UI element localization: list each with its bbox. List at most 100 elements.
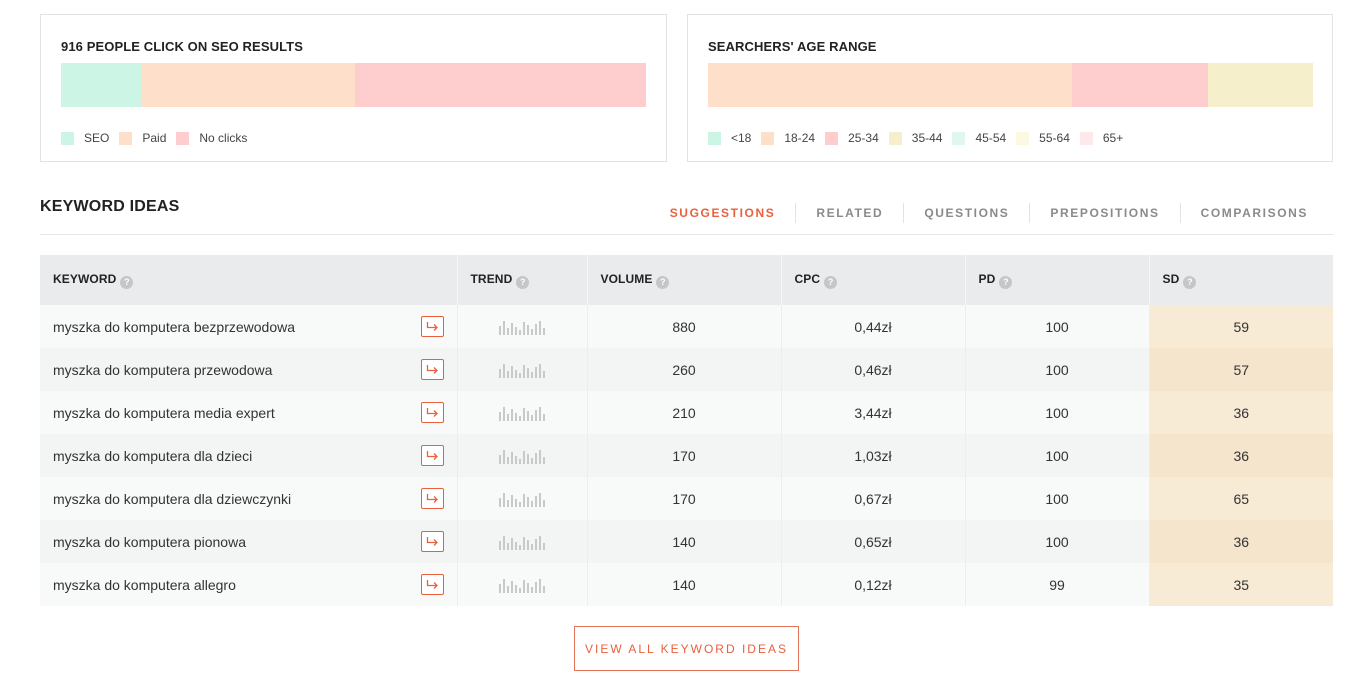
column-header-sd: SD? bbox=[1149, 255, 1333, 305]
mini-bar-chart-icon bbox=[458, 577, 587, 593]
question-circle-icon[interactable]: ? bbox=[999, 275, 1013, 289]
keyword-text[interactable]: myszka do komputera pionowa bbox=[53, 534, 246, 550]
question-circle-icon[interactable]: ? bbox=[1183, 275, 1197, 289]
keyword-ideas-title: KEYWORD IDEAS bbox=[40, 198, 180, 215]
age-range-legend-item: 45-54 bbox=[952, 131, 1006, 145]
table-row: myszka do komputera przewodowa 260 0,46zł 1… bbox=[40, 348, 1333, 391]
keyword-text[interactable]: myszka do komputera media expert bbox=[53, 405, 275, 421]
legend-label: 65+ bbox=[1102, 131, 1124, 145]
table-row: myszka do komputera allegro 140 0,12zł 99 35 bbox=[40, 563, 1333, 606]
volume-cell: 210 bbox=[587, 391, 782, 434]
age-range-stacked-bar bbox=[708, 63, 1313, 107]
table-row: myszka do komputera dla dzieci 170 1,03zł 1… bbox=[40, 434, 1333, 477]
age-range-legend-item: 55-64 bbox=[1016, 131, 1070, 145]
legend-swatch bbox=[1016, 131, 1030, 145]
age-range-segment-35-44 bbox=[1208, 63, 1313, 107]
pd-cell: 100 bbox=[965, 391, 1150, 434]
tab-comparisons[interactable]: COMPARISONS bbox=[1179, 203, 1328, 223]
sd-cell: 36 bbox=[1149, 434, 1333, 477]
table-row: myszka do komputera dla dziewczynki 170 0,… bbox=[40, 477, 1333, 520]
cpc-cell: 3,44zł bbox=[781, 391, 966, 434]
arrow-redirect-icon[interactable] bbox=[420, 488, 444, 509]
seo-clicks-legend-item: No clicks bbox=[176, 131, 247, 145]
mini-bar-chart-icon bbox=[458, 319, 587, 335]
sd-cell: 35 bbox=[1149, 563, 1333, 606]
keyword-cell: myszka do komputera pionowa bbox=[40, 520, 458, 563]
keyword-cell: myszka do komputera allegro bbox=[40, 563, 458, 606]
pd-cell: 100 bbox=[965, 434, 1150, 477]
question-circle-icon[interactable]: ? bbox=[516, 275, 530, 289]
sd-cell: 65 bbox=[1149, 477, 1333, 520]
legend-swatch bbox=[176, 131, 190, 145]
pd-cell: 100 bbox=[965, 348, 1150, 391]
arrow-redirect-icon[interactable] bbox=[420, 316, 444, 337]
cpc-cell: 0,44zł bbox=[781, 305, 966, 348]
legend-swatch bbox=[952, 131, 966, 145]
tab-prepositions[interactable]: PREPOSITIONS bbox=[1029, 203, 1179, 223]
column-header-volume: VOLUME? bbox=[587, 255, 782, 305]
age-range-legend-item: 18-24 bbox=[761, 131, 815, 145]
view-all-keyword-ideas-button[interactable]: VIEW ALL KEYWORD IDEAS bbox=[574, 626, 799, 671]
table-row: myszka do komputera bezprzewodowa 880 0,44… bbox=[40, 305, 1333, 348]
mini-bar-chart-icon bbox=[458, 405, 587, 421]
cpc-cell: 1,03zł bbox=[781, 434, 966, 477]
table-row: myszka do komputera media expert 210 3,44z… bbox=[40, 391, 1333, 434]
legend-swatch bbox=[761, 131, 775, 145]
column-header-pd-label: PD bbox=[978, 271, 996, 286]
sd-cell: 59 bbox=[1149, 305, 1333, 348]
column-header-sd-label: SD bbox=[1162, 271, 1180, 286]
seo-clicks-legend: SEO Paid No clicks bbox=[61, 131, 257, 145]
volume-cell: 880 bbox=[587, 305, 782, 348]
arrow-redirect-icon[interactable] bbox=[420, 531, 444, 552]
keyword-text[interactable]: myszka do komputera dla dzieci bbox=[53, 448, 252, 464]
tab-related[interactable]: RELATED bbox=[795, 203, 903, 223]
keyword-cell: myszka do komputera dla dzieci bbox=[40, 434, 458, 477]
tab-suggestions[interactable]: SUGGESTIONS bbox=[650, 203, 796, 223]
question-circle-icon[interactable]: ? bbox=[824, 275, 838, 289]
keyword-text[interactable]: myszka do komputera allegro bbox=[53, 577, 236, 593]
age-range-legend-item: <18 bbox=[708, 131, 751, 145]
trend-cell bbox=[457, 348, 588, 391]
keyword-text[interactable]: myszka do komputera dla dziewczynki bbox=[53, 491, 291, 507]
legend-label: 35-44 bbox=[911, 131, 943, 145]
legend-swatch bbox=[119, 131, 133, 145]
pd-cell: 99 bbox=[965, 563, 1150, 606]
legend-label: <18 bbox=[731, 131, 752, 145]
question-circle-icon[interactable]: ? bbox=[120, 275, 134, 289]
question-circle-icon[interactable]: ? bbox=[656, 275, 670, 289]
tab-questions[interactable]: QUESTIONS bbox=[903, 203, 1029, 223]
arrow-redirect-icon[interactable] bbox=[420, 574, 444, 595]
seo-clicks-card: 916 PEOPLE CLICK ON SEO RESULTS SEO Paid N… bbox=[40, 14, 667, 162]
keyword-ideas-tabs: SUGGESTIONS RELATED QUESTIONS PREPOSITIONS C… bbox=[650, 203, 1328, 223]
trend-cell bbox=[457, 391, 588, 434]
legend-swatch bbox=[825, 131, 839, 145]
column-header-volume-label: VOLUME bbox=[600, 271, 653, 286]
mini-bar-chart-icon bbox=[458, 448, 587, 464]
tabs-divider bbox=[40, 234, 1333, 235]
seo-clicks-legend-item: Paid bbox=[119, 131, 166, 145]
seo-clicks-legend-item: SEO bbox=[61, 131, 109, 145]
sd-cell: 36 bbox=[1149, 391, 1333, 434]
trend-cell bbox=[457, 305, 588, 348]
age-range-card: SEARCHERS' AGE RANGE <18 18-24 25-34 35-44 4… bbox=[687, 14, 1333, 162]
volume-cell: 260 bbox=[587, 348, 782, 391]
column-header-cpc-label: CPC bbox=[794, 271, 821, 286]
keyword-cell: myszka do komputera media expert bbox=[40, 391, 458, 434]
column-header-trend-label: TREND bbox=[470, 271, 513, 286]
column-header-keyword: KEYWORD? bbox=[40, 255, 458, 305]
arrow-redirect-icon[interactable] bbox=[420, 359, 444, 380]
seo-clicks-stacked-bar bbox=[61, 63, 646, 107]
seo-clicks-segment-no-clicks bbox=[355, 63, 646, 107]
sd-cell: 36 bbox=[1149, 520, 1333, 563]
column-header-cpc: CPC? bbox=[781, 255, 966, 305]
keyword-text[interactable]: myszka do komputera przewodowa bbox=[53, 362, 272, 378]
volume-cell: 140 bbox=[587, 563, 782, 606]
keyword-cell: myszka do komputera bezprzewodowa bbox=[40, 305, 458, 348]
arrow-redirect-icon[interactable] bbox=[420, 445, 444, 466]
arrow-redirect-icon[interactable] bbox=[420, 402, 444, 423]
seo-clicks-segment-seo bbox=[61, 63, 142, 107]
keyword-text[interactable]: myszka do komputera bezprzewodowa bbox=[53, 319, 295, 335]
legend-label: 55-64 bbox=[1039, 131, 1070, 145]
age-range-title: SEARCHERS' AGE RANGE bbox=[708, 39, 877, 54]
table-row: myszka do komputera pionowa 140 0,65zł 100 3… bbox=[40, 520, 1333, 563]
